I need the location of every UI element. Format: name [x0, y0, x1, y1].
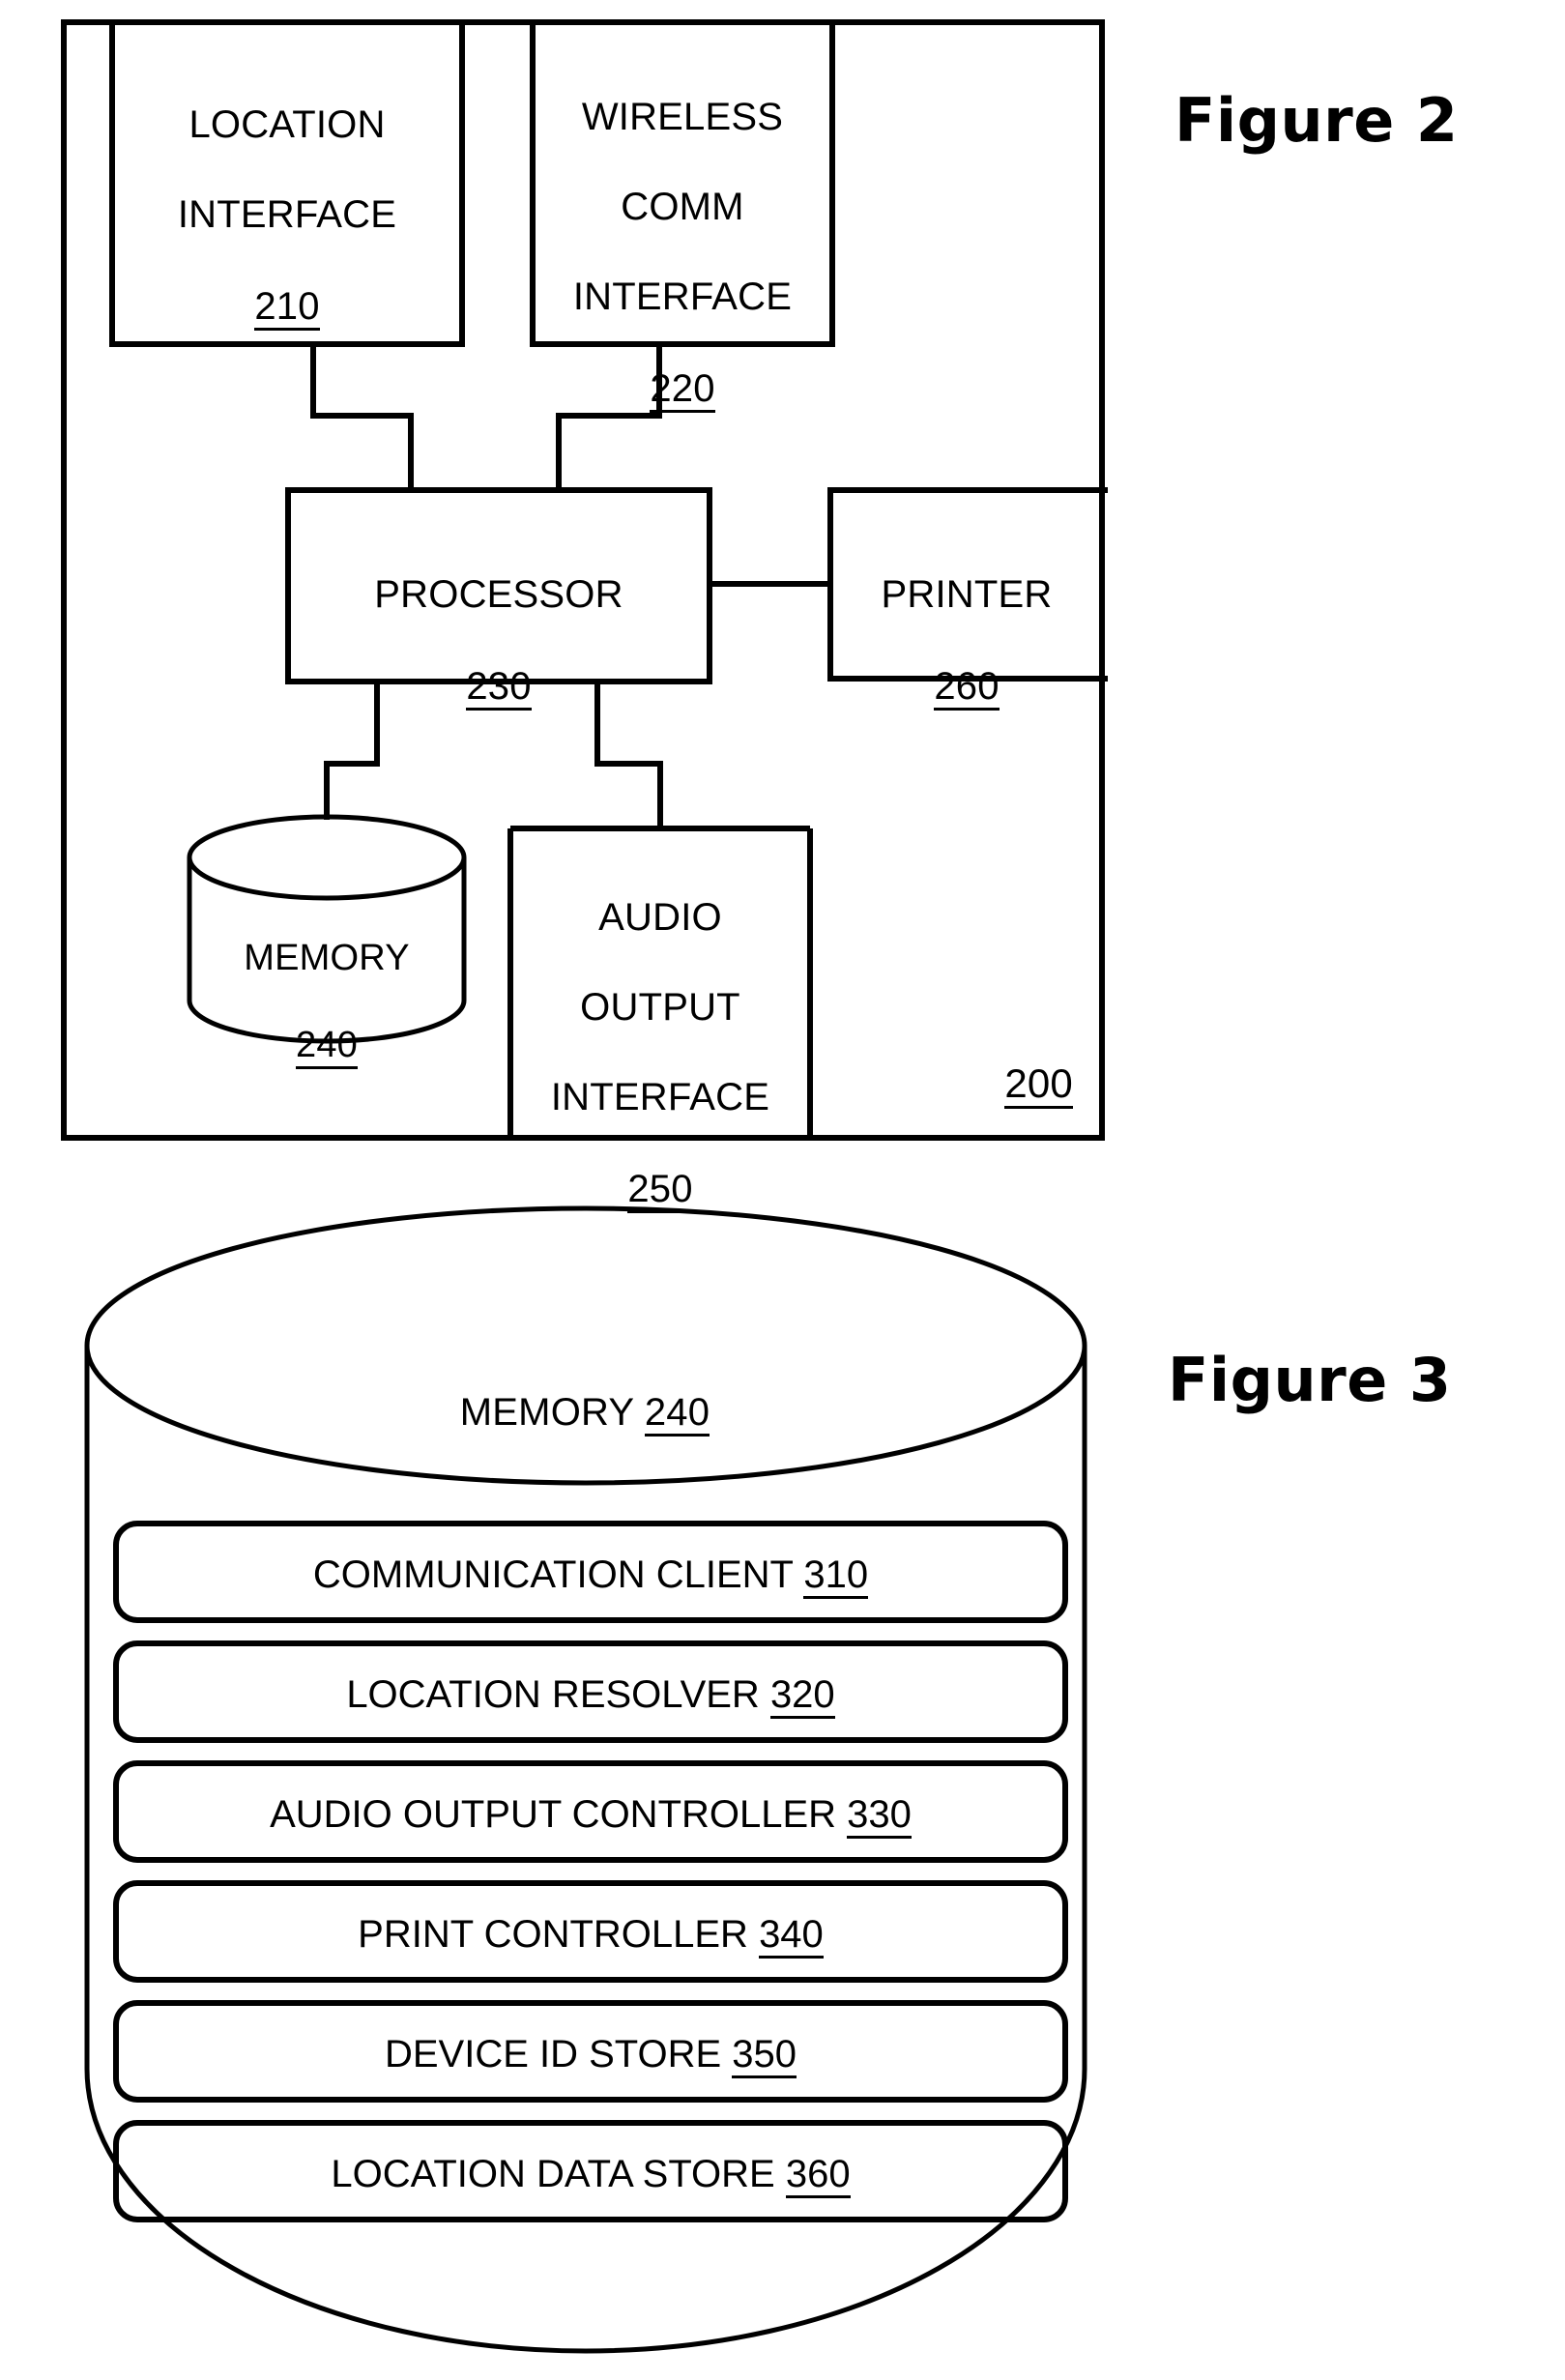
system-ref-number: 200 [1004, 1061, 1073, 1110]
module-ref-320: 320 [769, 1674, 835, 1719]
memory-ref-wrap: 240 [191, 1024, 462, 1070]
module-label-communication-client-text: COMMUNICATION CLIENT [312, 1553, 804, 1596]
system-reference-200: 200 [909, 1060, 1073, 1110]
module-ref-350: 350 [732, 2034, 797, 2078]
module-label-location-resolver-text: LOCATION RESOLVER [346, 1673, 770, 1716]
audio-output-line1: AUDIO [598, 896, 722, 940]
module-label-print-controller: PRINT CONTROLLER 340 [116, 1913, 1065, 1959]
module-ref-310: 310 [803, 1554, 869, 1599]
audio-output-ref-wrap: 250 [511, 1167, 809, 1213]
processor-ref: 230 [466, 666, 532, 711]
location-interface-line2: INTERFACE [177, 193, 397, 237]
wireless-comm-ref: 220 [650, 368, 715, 413]
audio-output-line3: INTERFACE [550, 1075, 770, 1118]
location-interface-label: LOCATION INTERFACE 210 [114, 58, 460, 375]
printer-ref-wrap: 260 [831, 664, 1102, 711]
module-label-location-resolver: LOCATION RESOLVER 320 [116, 1673, 1065, 1719]
location-interface-ref: 210 [254, 286, 320, 331]
module-label-audio-output-controller: AUDIO OUTPUT CONTROLLER 330 [116, 1793, 1065, 1839]
location-interface-ref-wrap: 210 [114, 284, 460, 331]
location-interface-line1: LOCATION [188, 103, 386, 147]
wireless-comm-interface-label: WIRELESS COMM INTERFACE 220 [534, 50, 831, 457]
figure-3-label: Figure 3 [1168, 1345, 1452, 1415]
module-ref-360: 360 [785, 2154, 851, 2198]
audio-output-line2: OUTPUT [580, 986, 740, 1030]
audio-output-interface-label: AUDIO OUTPUT INTERFACE 250 [511, 851, 809, 1258]
printer-ref: 260 [934, 666, 1000, 711]
patent-figure-sheet: Figure 2 Figure 3 LOCATION INTERFACE 210… [0, 0, 1565, 2380]
module-label-device-id-store-text: DEVICE ID STORE [384, 2033, 733, 2075]
figure-2-label: Figure 2 [1174, 85, 1459, 156]
module-label-print-controller-text: PRINT CONTROLLER [358, 1913, 760, 1956]
figure3-memory-title-text: MEMORY [459, 1391, 645, 1434]
module-label-audio-output-controller-text: AUDIO OUTPUT CONTROLLER [270, 1793, 848, 1836]
wireless-comm-ref-wrap: 220 [534, 366, 831, 413]
module-label-communication-client: COMMUNICATION CLIENT 310 [116, 1553, 1065, 1599]
module-ref-330: 330 [847, 1794, 912, 1839]
wireless-comm-line3: INTERFACE [572, 275, 793, 318]
figure3-memory-title: MEMORY 240 [85, 1390, 1085, 1437]
processor-line1: PROCESSOR [374, 573, 623, 617]
memory-label: MEMORY 240 [191, 894, 462, 1112]
module-label-location-data-store-text: LOCATION DATA STORE [331, 2153, 786, 2195]
wireless-comm-line2: COMM [621, 186, 744, 229]
memory-line1: MEMORY [244, 938, 410, 979]
figure3-memory-ref: 240 [644, 1392, 710, 1437]
module-label-location-data-store: LOCATION DATA STORE 360 [116, 2153, 1065, 2198]
module-ref-340: 340 [759, 1914, 824, 1959]
wireless-comm-line1: WIRELESS [581, 96, 784, 139]
audio-output-ref: 250 [627, 1169, 693, 1213]
module-label-device-id-store: DEVICE ID STORE 350 [116, 2033, 1065, 2078]
processor-ref-wrap: 230 [289, 664, 709, 711]
memory-ref: 240 [295, 1026, 358, 1070]
printer-label: PRINTER 260 [831, 528, 1102, 756]
processor-label: PROCESSOR 230 [289, 528, 709, 756]
printer-line1: PRINTER [881, 573, 1053, 617]
